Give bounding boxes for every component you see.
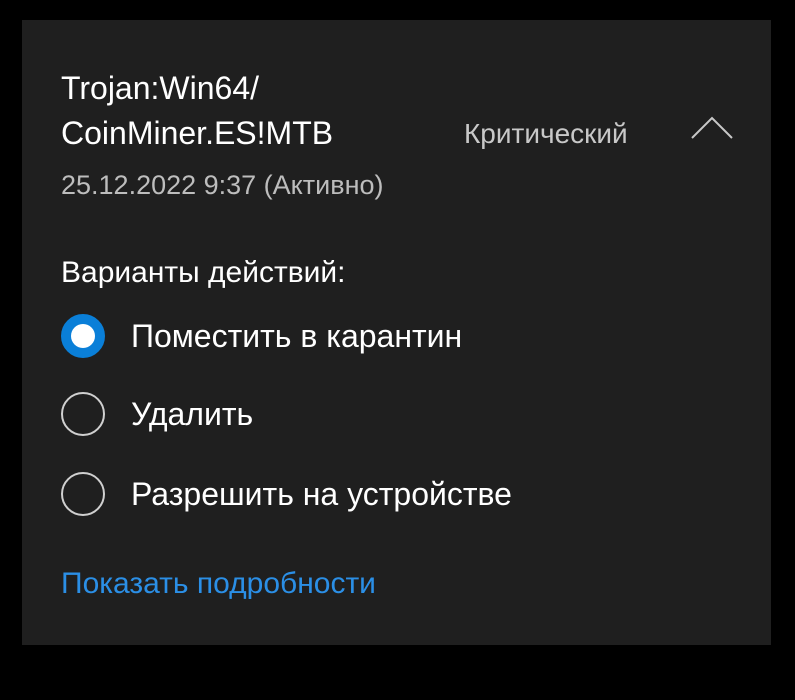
radio-button-checked[interactable] (61, 314, 105, 358)
option-label: Удалить (131, 395, 254, 432)
actions-title: Варианты действий: (61, 256, 346, 289)
radio-button[interactable] (61, 392, 105, 436)
radio-button[interactable] (61, 472, 105, 516)
option-allow[interactable]: Разрешить на устройстве (61, 469, 512, 519)
chevron-up-icon (691, 116, 733, 139)
threat-header[interactable]: Trojan:Win64/ CoinMiner.ES!MTB 25.12.202… (22, 20, 771, 220)
option-remove[interactable]: Удалить (61, 389, 253, 439)
option-label: Поместить в карантин (131, 317, 463, 354)
threat-date-status: 25.12.2022 9:37 (Активно) (61, 170, 384, 200)
threat-name-line-2: CoinMiner.ES!MTB (61, 115, 334, 151)
threat-name-line-1: Trojan:Win64/ (61, 70, 259, 106)
show-details-link[interactable]: Показать подробности (61, 565, 376, 603)
threat-panel: Trojan:Win64/ CoinMiner.ES!MTB 25.12.202… (22, 20, 771, 645)
option-label: Разрешить на устройстве (131, 475, 512, 512)
collapse-button[interactable] (686, 110, 738, 150)
threat-name: Trojan:Win64/ CoinMiner.ES!MTB (61, 66, 421, 156)
option-quarantine[interactable]: Поместить в карантин (61, 311, 462, 361)
severity-label: Критический (464, 118, 628, 149)
